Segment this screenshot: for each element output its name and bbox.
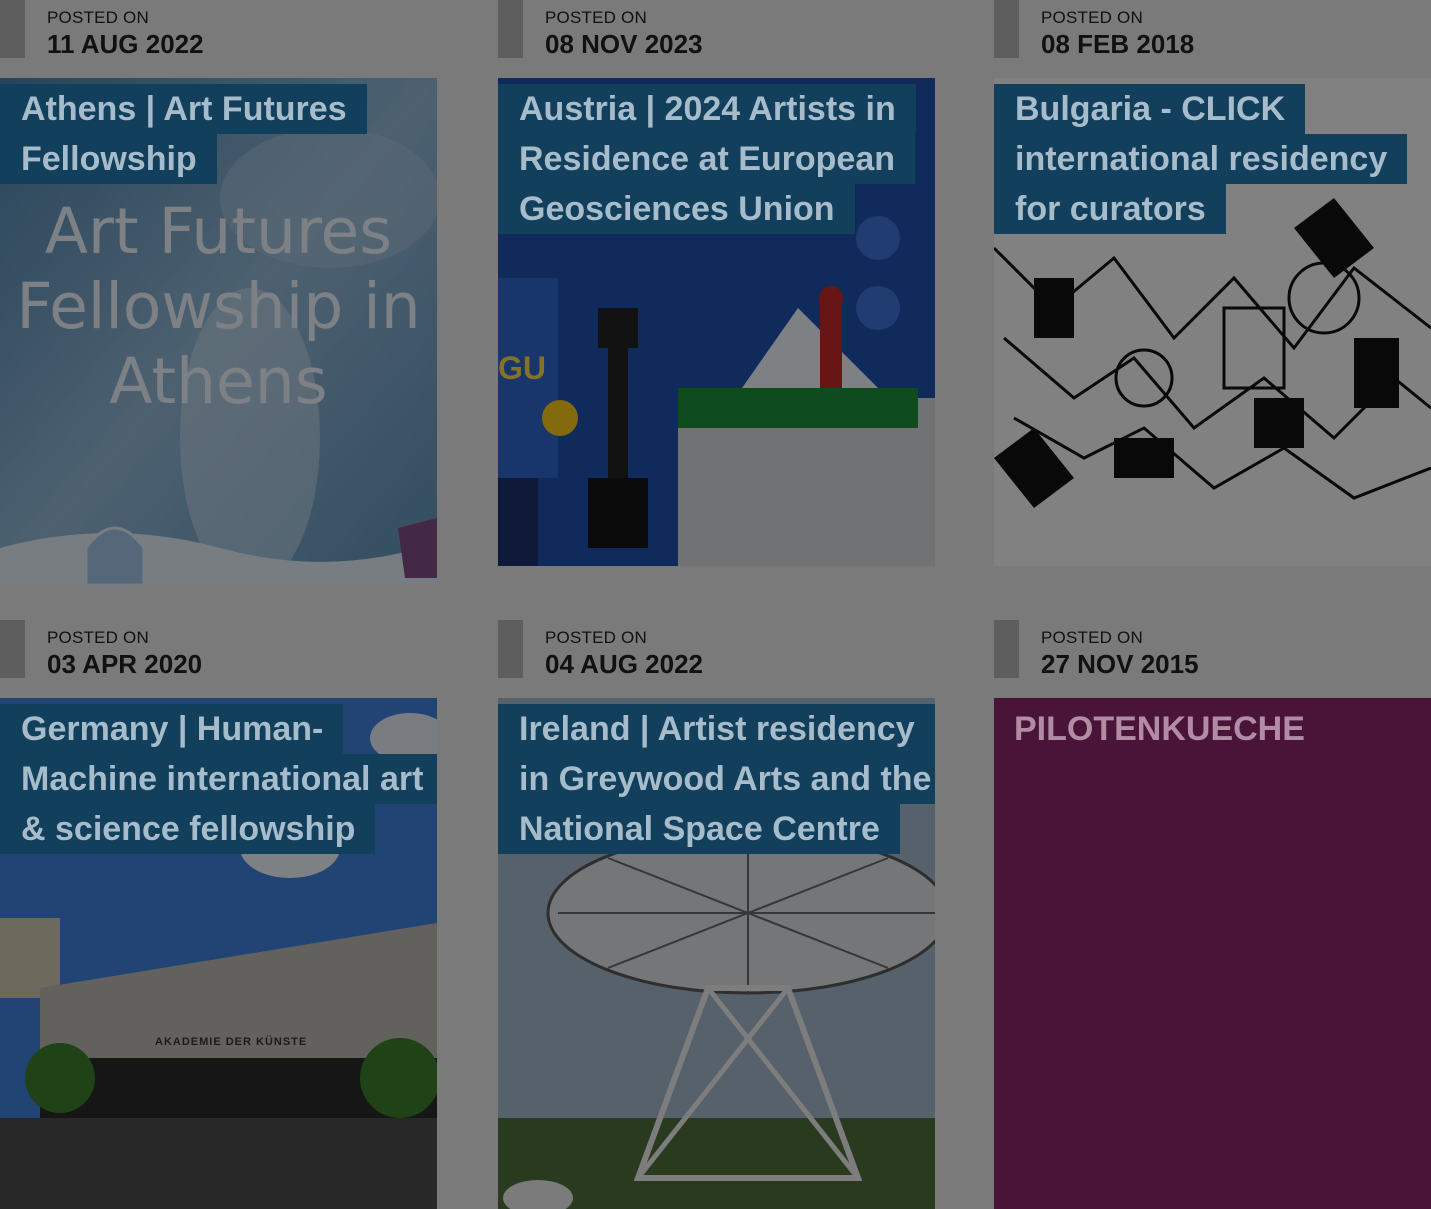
post-card-pilotenkueche[interactable]: POSTED ON 27 NOV 2015 PILOTENKUECHE (994, 620, 1431, 1209)
post-title[interactable]: Germany | Human-Machine international ar… (0, 704, 437, 854)
post-date: 04 AUG 2022 (545, 649, 704, 679)
meta-accent-bar (994, 620, 1019, 678)
post-card-athens[interactable]: POSTED ON 11 AUG 2022 Art Futures Fellow… (0, 0, 437, 585)
post-thumbnail[interactable]: GU Austria | 2024 Artists in Residence a… (498, 78, 935, 566)
posted-on-label: POSTED ON (1041, 628, 1143, 647)
posted-on-label: POSTED ON (47, 8, 149, 27)
post-card-austria[interactable]: POSTED ON 08 NOV 2023 GU Austria | 2024 … (498, 0, 935, 566)
post-title[interactable]: PILOTENKUECHE (994, 704, 1325, 754)
posted-on-label: POSTED ON (545, 8, 647, 27)
post-meta: POSTED ON 04 AUG 2022 (498, 620, 935, 698)
posted-on-label: POSTED ON (47, 628, 149, 647)
post-thumbnail[interactable]: PILOTENKUECHE (994, 698, 1431, 1209)
post-date: 08 FEB 2018 (1041, 29, 1195, 59)
meta-accent-bar (498, 620, 523, 678)
building-sign-text: AKADEMIE DER KÜNSTE (155, 1036, 308, 1048)
post-date: 11 AUG 2022 (47, 29, 204, 59)
image-shirt-text: GU (498, 350, 546, 386)
post-card-germany[interactable]: POSTED ON 03 APR 2020 AKADEMIE DER KÜNST… (0, 620, 437, 1209)
meta-accent-bar (994, 0, 1019, 58)
post-thumbnail[interactable]: Art Futures Fellowship in Athens Athens … (0, 78, 437, 585)
post-thumbnail[interactable]: Ireland | Artist residency in Greywood A… (498, 698, 935, 1209)
image-caption-line: Athens (109, 345, 328, 418)
post-meta: POSTED ON 03 APR 2020 (0, 620, 437, 698)
post-meta: POSTED ON 27 NOV 2015 (994, 620, 1431, 698)
post-title[interactable]: Athens | Art Futures Fellowship (0, 84, 437, 184)
post-date: 03 APR 2020 (47, 649, 203, 679)
meta-accent-bar (498, 0, 523, 58)
post-title[interactable]: Bulgaria - CLICK international residency… (994, 84, 1431, 234)
image-caption-line: Art Futures (44, 195, 393, 268)
post-thumbnail[interactable]: Bulgaria - CLICK international residency… (994, 78, 1431, 566)
post-date: 08 NOV 2023 (545, 29, 703, 59)
posted-on-label: POSTED ON (545, 628, 647, 647)
post-title[interactable]: Ireland | Artist residency in Greywood A… (498, 704, 935, 854)
post-meta: POSTED ON 08 FEB 2018 (994, 0, 1431, 78)
post-title[interactable]: Austria | 2024 Artists in Residence at E… (498, 84, 935, 234)
meta-accent-bar (0, 620, 25, 678)
post-thumbnail[interactable]: AKADEMIE DER KÜNSTE Germany | Human-Mach… (0, 698, 437, 1209)
post-card-ireland[interactable]: POSTED ON 04 AUG 2022 Ireland | Artist r… (498, 620, 935, 1209)
post-meta: POSTED ON 11 AUG 2022 (0, 0, 437, 78)
post-card-bulgaria[interactable]: POSTED ON 08 FEB 2018 Bulgaria - CLICK i… (994, 0, 1431, 566)
post-date: 27 NOV 2015 (1041, 649, 1199, 679)
post-meta: POSTED ON 08 NOV 2023 (498, 0, 935, 78)
meta-accent-bar (0, 0, 25, 58)
image-caption-line: Fellowship in (16, 270, 421, 343)
posted-on-label: POSTED ON (1041, 8, 1143, 27)
